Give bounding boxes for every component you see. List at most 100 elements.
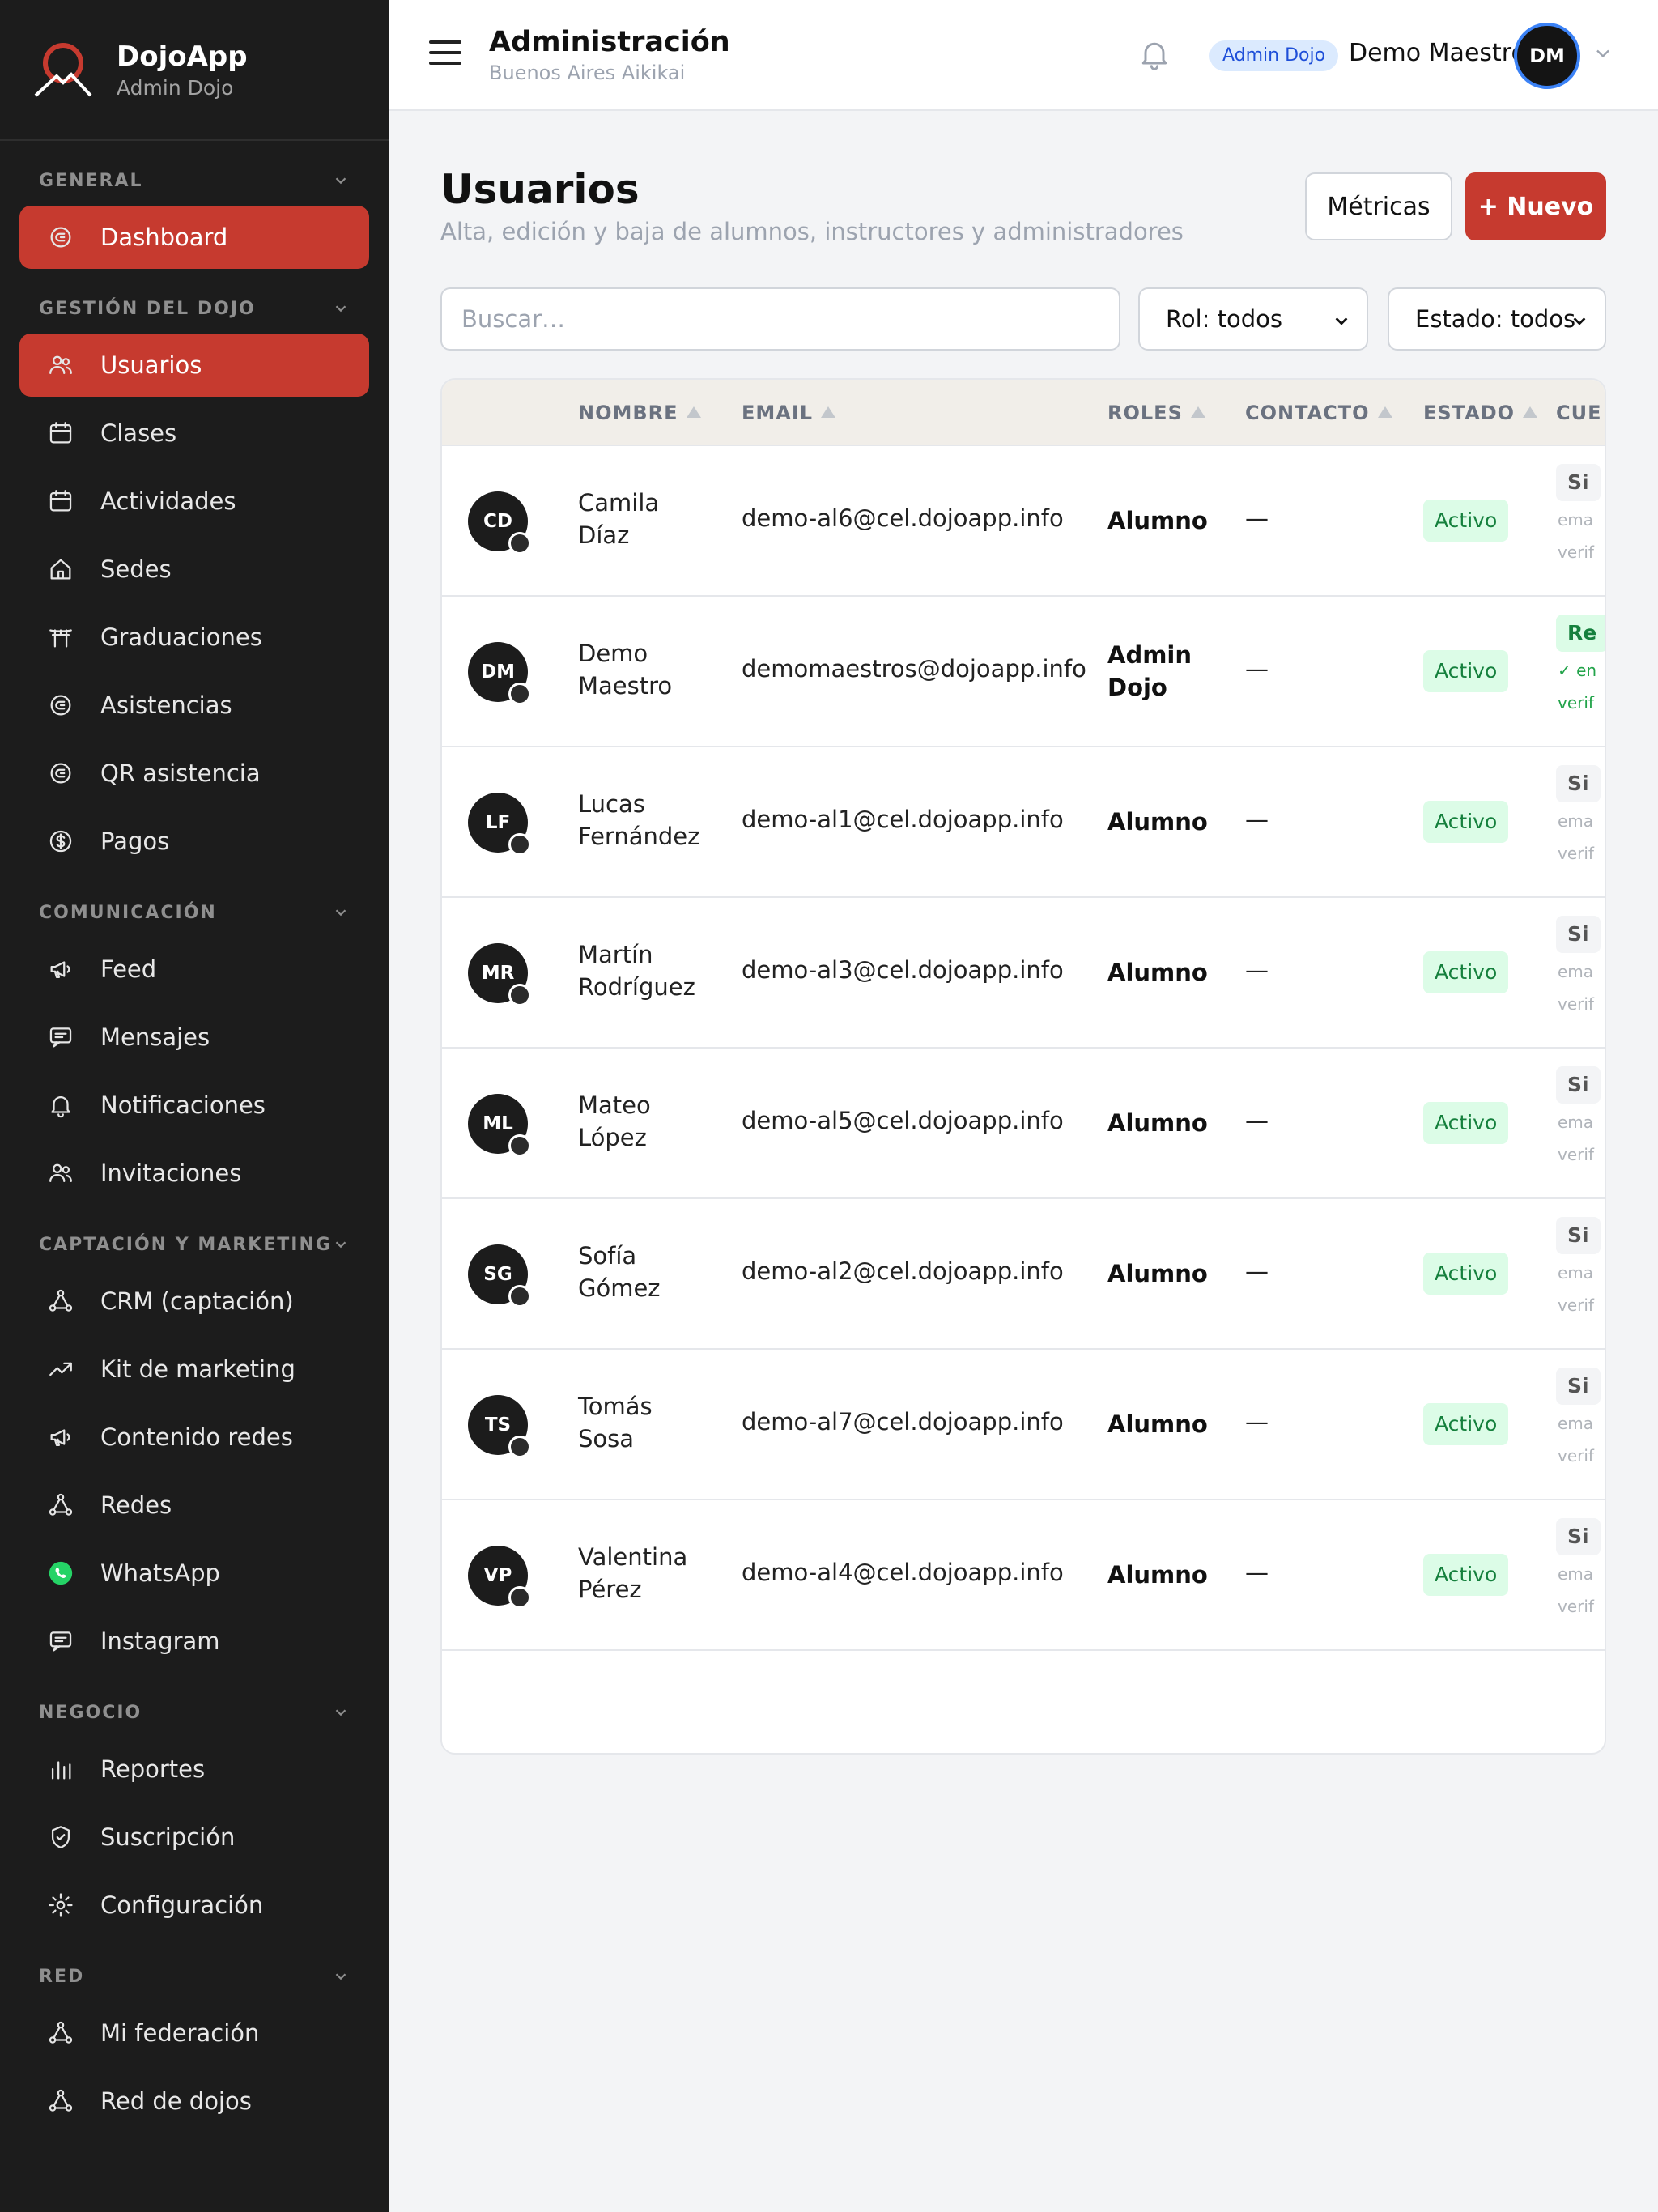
nav-section-title: CAPTACIÓN Y MARKETING bbox=[39, 1234, 332, 1255]
account-tag: Si bbox=[1556, 1518, 1601, 1555]
sidebar-item[interactable]: Sedes bbox=[19, 538, 369, 601]
network-icon bbox=[47, 1491, 74, 1519]
contact-cell: — bbox=[1245, 1408, 1269, 1436]
sidebar-item[interactable]: Red de dojos bbox=[19, 2069, 369, 2133]
avatar-initials: VP bbox=[483, 1565, 512, 1586]
user-avatar: CD bbox=[468, 491, 531, 555]
user-avatar: SG bbox=[468, 1244, 531, 1308]
table-row[interactable]: MR Martín Rodríguez demo-al3@cel.dojoapp… bbox=[442, 898, 1605, 1049]
email-cell: demo-al5@cel.dojoapp.info bbox=[742, 1107, 1064, 1134]
table-row[interactable]: CD Camila Díaz demo-al6@cel.dojoapp.info… bbox=[442, 446, 1605, 597]
message-icon bbox=[47, 1023, 74, 1051]
role-filter-value: Rol: todos bbox=[1166, 305, 1283, 333]
roles-cell: Alumno bbox=[1107, 504, 1237, 537]
sidebar-item[interactable]: Instagram bbox=[19, 1610, 369, 1673]
sidebar-item[interactable]: Kit de marketing bbox=[19, 1338, 369, 1401]
user-name-cell: Tomás Sosa bbox=[578, 1390, 740, 1455]
page-title: Usuarios bbox=[440, 166, 640, 213]
nav-section-header[interactable]: RED bbox=[19, 1953, 369, 2000]
sidebar-item[interactable]: Dashboard bbox=[19, 206, 369, 269]
column-header-name[interactable]: NOMBRE bbox=[578, 380, 701, 446]
sidebar-item[interactable]: Suscripción bbox=[19, 1806, 369, 1869]
dojoapp-logo-icon bbox=[34, 43, 92, 97]
column-header-contact[interactable]: CONTACTO bbox=[1245, 380, 1392, 446]
user-avatar[interactable]: DM bbox=[1514, 23, 1580, 89]
user-avatar: MR bbox=[468, 943, 531, 1006]
sidebar-item-label: Pagos bbox=[100, 827, 170, 855]
sidebar-item[interactable]: Redes bbox=[19, 1474, 369, 1537]
sidebar-item[interactable]: Invitaciones bbox=[19, 1142, 369, 1205]
contact-cell: — bbox=[1245, 1257, 1269, 1285]
sidebar-item[interactable]: Asistencias bbox=[19, 674, 369, 737]
megaphone-icon bbox=[47, 955, 74, 983]
bell-icon bbox=[47, 1091, 74, 1119]
role-filter-select[interactable]: Rol: todos bbox=[1138, 287, 1368, 351]
avatar-status-dot bbox=[508, 1285, 531, 1308]
roles-cell: Alumno bbox=[1107, 1559, 1237, 1591]
account-email-note: ✓ en bbox=[1558, 661, 1597, 680]
topbar: Administración Buenos Aires Aikikai Admi… bbox=[389, 0, 1658, 111]
bell-icon[interactable] bbox=[1137, 36, 1172, 73]
table-row[interactable]: DM Demo Maestro demomaestros@dojoapp.inf… bbox=[442, 597, 1605, 747]
chevron-down-icon bbox=[1573, 317, 1586, 325]
sidebar-item[interactable]: QR asistencia bbox=[19, 742, 369, 805]
home-icon bbox=[47, 555, 74, 583]
brand[interactable]: DojoApp Admin Dojo bbox=[0, 0, 389, 141]
sidebar-item[interactable]: Clases bbox=[19, 402, 369, 465]
new-user-button[interactable]: + Nuevo bbox=[1465, 172, 1606, 240]
role-line: Dojo bbox=[1107, 674, 1167, 701]
sidebar-item[interactable]: Configuración bbox=[19, 1874, 369, 1937]
last-name: Pérez bbox=[578, 1576, 642, 1603]
avatar-status-dot bbox=[508, 683, 531, 705]
nav-section-header[interactable]: NEGOCIO bbox=[19, 1689, 369, 1736]
sidebar-item[interactable]: WhatsApp bbox=[19, 1542, 369, 1605]
sidebar-item[interactable]: Actividades bbox=[19, 470, 369, 533]
calendar-icon bbox=[47, 419, 74, 447]
nav-section-header[interactable]: GENERAL bbox=[19, 157, 369, 204]
column-header-account[interactable]: CUE bbox=[1556, 380, 1602, 446]
sidebar-item-label: Contenido redes bbox=[100, 1423, 293, 1451]
sidebar-item[interactable]: Graduaciones bbox=[19, 606, 369, 669]
table-row[interactable]: TS Tomás Sosa demo-al7@cel.dojoapp.info … bbox=[442, 1350, 1605, 1500]
search-input[interactable] bbox=[440, 287, 1120, 351]
nav-section-title: COMUNICACIÓN bbox=[39, 902, 217, 923]
table-row[interactable]: ML Mateo López demo-al5@cel.dojoapp.info… bbox=[442, 1049, 1605, 1199]
status-badge: Activo bbox=[1423, 650, 1509, 692]
table-row[interactable]: SG Sofía Gómez demo-al2@cel.dojoapp.info… bbox=[442, 1199, 1605, 1350]
sidebar-item[interactable]: CRM (captación) bbox=[19, 1270, 369, 1333]
contact-cell: — bbox=[1245, 806, 1269, 833]
sidebar-item[interactable]: Feed bbox=[19, 938, 369, 1001]
bar-chart-icon bbox=[47, 1755, 74, 1783]
account-verified-note: verif bbox=[1558, 994, 1594, 1014]
dollar-icon bbox=[47, 827, 74, 855]
sidebar-item[interactable]: Mensajes bbox=[19, 1006, 369, 1069]
chevron-down-icon[interactable] bbox=[1592, 42, 1614, 65]
nav-section-header[interactable]: COMUNICACIÓN bbox=[19, 889, 369, 936]
sidebar-item[interactable]: Notificaciones bbox=[19, 1074, 369, 1137]
sidebar-item-label: Instagram bbox=[100, 1627, 220, 1655]
avatar-status-dot bbox=[508, 833, 531, 856]
table-row[interactable]: LF Lucas Fernández demo-al1@cel.dojoapp.… bbox=[442, 747, 1605, 898]
table-row[interactable]: VP Valentina Pérez demo-al4@cel.dojoapp.… bbox=[442, 1500, 1605, 1651]
sidebar-item[interactable]: Contenido redes bbox=[19, 1406, 369, 1469]
email-cell: demo-al1@cel.dojoapp.info bbox=[742, 806, 1064, 833]
status-filter-select[interactable]: Estado: todos bbox=[1388, 287, 1606, 351]
column-header-email[interactable]: EMAIL bbox=[742, 380, 836, 446]
nav-section-header[interactable]: CAPTACIÓN Y MARKETING bbox=[19, 1221, 369, 1268]
column-header-roles[interactable]: ROLES bbox=[1107, 380, 1205, 446]
account-email-note: ema bbox=[1558, 510, 1594, 530]
hamburger-menu-icon[interactable] bbox=[429, 40, 461, 68]
sort-icon bbox=[1377, 406, 1392, 418]
sidebar-item[interactable]: Mi federación bbox=[19, 2001, 369, 2065]
dashboard-icon bbox=[47, 759, 74, 787]
users-icon bbox=[47, 1159, 74, 1187]
column-header-status[interactable]: ESTADO bbox=[1423, 380, 1538, 446]
metrics-button[interactable]: Métricas bbox=[1305, 172, 1452, 240]
sidebar-item[interactable]: Usuarios bbox=[19, 334, 369, 397]
nav-section-header[interactable]: GESTIÓN DEL DOJO bbox=[19, 285, 369, 332]
sidebar-item[interactable]: Reportes bbox=[19, 1738, 369, 1801]
status-badge: Activo bbox=[1423, 1554, 1509, 1596]
sidebar-item[interactable]: Pagos bbox=[19, 810, 369, 873]
user-name[interactable]: Demo Maestro bbox=[1349, 39, 1526, 67]
user-name-cell: Mateo López bbox=[578, 1089, 740, 1154]
